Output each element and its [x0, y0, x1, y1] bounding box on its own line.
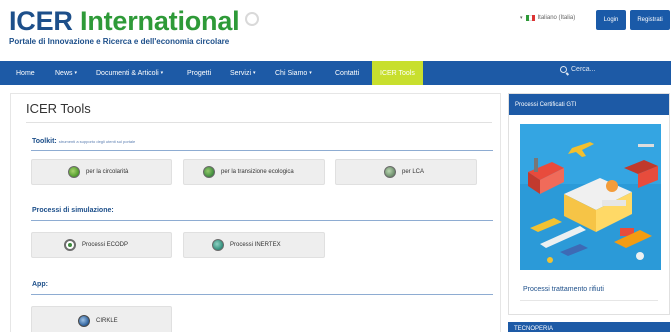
section-divider: [31, 150, 493, 151]
sidebar-card-title: Processi Certificati GTI: [509, 94, 669, 115]
sidebar-card-link[interactable]: Processi trattamento rifiuti: [523, 286, 604, 293]
brand-word-international: International: [80, 6, 240, 36]
site-tagline: Portale di Innovazione e Ricerca e dell'…: [9, 37, 230, 46]
circularity-globe-icon: [68, 166, 80, 178]
ecodp-process-icon: [64, 239, 76, 251]
tools-panel: ICER Tools Toolkit: strumenti a supporto …: [10, 93, 501, 332]
page-title: ICER Tools: [26, 101, 91, 116]
search-icon: [560, 66, 567, 73]
register-button[interactable]: Registrati: [630, 10, 670, 30]
cirkle-app-icon: [78, 315, 90, 327]
nav-label: News: [55, 69, 73, 77]
chevron-down-icon: ▾: [309, 70, 312, 76]
chevron-down-icon: ▾: [253, 70, 256, 76]
card-divider: [520, 300, 658, 301]
waste-treatment-illustration[interactable]: [520, 124, 661, 270]
title-divider: [26, 122, 492, 123]
section-title: Processi di simulazione:: [32, 207, 114, 214]
search-input[interactable]: Cerca...: [571, 66, 596, 73]
lca-globe-icon: [384, 166, 396, 178]
site-header: ICER International Portale di Innovazion…: [0, 0, 671, 58]
process-inertex-button[interactable]: Processi INERTEX: [183, 232, 325, 258]
chevron-down-icon: ▾: [74, 70, 78, 76]
section-divider: [31, 220, 493, 221]
inertex-process-icon: [212, 239, 224, 251]
chevron-down-icon: ▾: [160, 70, 164, 76]
button-label: Processi ECODP: [82, 242, 129, 248]
italian-flag-icon: [525, 15, 535, 21]
sidebar-card-tecnoperia: TECNOPERIA: [508, 322, 670, 332]
sidebar-card-certified-processes: Processi Certificati GTI Processi tratta…: [508, 93, 670, 315]
button-label: Processi INERTEX: [230, 242, 281, 248]
sidebar-card-title: TECNOPERIA: [508, 322, 670, 332]
button-label: per LCA: [402, 169, 425, 175]
toolkit-ecological-transition-button[interactable]: per la transizione ecologica: [183, 159, 325, 185]
nav-item-icer-tools[interactable]: ICER Tools: [372, 61, 423, 85]
button-label: per la transizione ecologica: [221, 169, 294, 175]
nav-item-news[interactable]: News ▾: [55, 61, 77, 85]
brand[interactable]: ICER International Portale di Innovazion…: [9, 6, 260, 46]
button-label: per la circolarità: [86, 169, 129, 175]
language-label: Italiano (Italia): [537, 15, 576, 21]
section-subtitle: strumenti a supporto degli utenti sul po…: [58, 139, 136, 144]
nav-label: Chi Siamo: [275, 69, 308, 77]
button-label: CIRKLE: [96, 318, 118, 324]
section-label-simulation: Processi di simulazione:: [32, 207, 114, 214]
login-button[interactable]: Login: [596, 10, 626, 30]
section-divider: [31, 294, 493, 295]
language-selector[interactable]: ▾ Italiano (Italia): [520, 15, 575, 21]
nav-label: Progetti: [187, 69, 212, 77]
nav-label: ICER Tools: [380, 69, 415, 77]
nav-item-servizi[interactable]: Servizi ▾: [230, 61, 256, 85]
ecological-transition-globe-icon: [203, 166, 215, 178]
section-title: Toolkit:: [32, 138, 57, 145]
section-label-app: App:: [32, 281, 48, 288]
nav-item-contatti[interactable]: Contatti: [335, 61, 359, 85]
logo-circle-icon: [245, 12, 260, 26]
app-cirkle-button[interactable]: CIRKLE: [31, 306, 172, 332]
nav-label: Servizi: [230, 69, 252, 77]
section-title: App:: [32, 281, 48, 288]
nav-item-chi-siamo[interactable]: Chi Siamo ▾: [275, 61, 312, 85]
brand-word-icer: ICER: [9, 6, 73, 36]
nav-item-progetti[interactable]: Progetti: [187, 61, 211, 85]
nav-item-documenti[interactable]: Documenti & Articoli ▾: [96, 61, 163, 85]
toolkit-circularity-button[interactable]: per la circolarità: [31, 159, 172, 185]
process-ecodp-button[interactable]: Processi ECODP: [31, 232, 172, 258]
nav-label: Documenti & Articoli: [96, 69, 159, 77]
nav-label: Contatti: [335, 69, 360, 77]
main-navigation: Home News ▾ Documenti & Articoli ▾ Progett…: [0, 61, 671, 85]
chevron-down-icon: ▾: [520, 15, 523, 21]
nav-label: Home: [16, 69, 35, 77]
section-label-toolkit: Toolkit: strumenti a supporto degli utent…: [32, 138, 135, 145]
nav-item-home[interactable]: Home: [16, 61, 35, 85]
site-logo-text[interactable]: ICER International: [9, 6, 260, 36]
search-box[interactable]: Cerca...: [560, 66, 596, 73]
toolkit-lca-button[interactable]: per LCA: [335, 159, 477, 185]
